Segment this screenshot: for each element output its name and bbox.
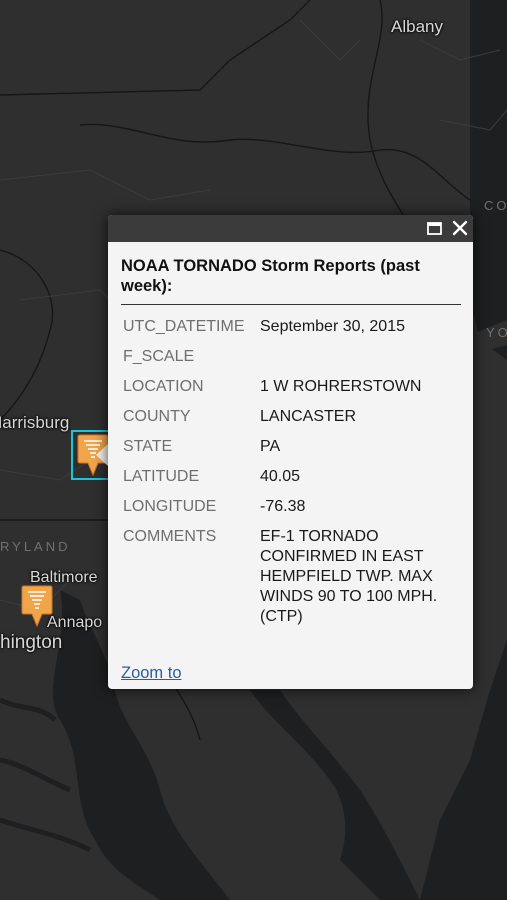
popup-title: NOAA TORNADO Storm Reports (past week): xyxy=(121,256,461,305)
attribute-row: LATITUDE 40.05 xyxy=(121,467,465,497)
attribute-value: 1 W ROHRERSTOWN xyxy=(260,378,422,395)
map-label-harrisburg: Harrisburg xyxy=(0,413,70,432)
attribute-key: COMMENTS xyxy=(123,528,217,545)
attribute-row: COUNTY LANCASTER xyxy=(121,407,465,437)
attribute-value: LANCASTER xyxy=(260,408,357,425)
attribute-key: LONGITUDE xyxy=(123,498,217,515)
tornado-marker-icon[interactable] xyxy=(20,584,54,628)
attribute-key: STATE xyxy=(123,438,173,455)
attribute-key: LATITUDE xyxy=(123,468,200,485)
popup-header xyxy=(108,215,473,242)
map-label-connecticut: CO xyxy=(484,198,507,213)
maximize-icon[interactable] xyxy=(426,219,444,237)
attribute-row: UTC_DATETIME September 30, 2015 xyxy=(121,317,465,347)
attribute-row: F_SCALE xyxy=(121,347,465,377)
attribute-table: UTC_DATETIME September 30, 2015 F_SCALE LOC… xyxy=(121,317,465,637)
close-icon[interactable] xyxy=(451,219,469,237)
map-label-newyork: YO xyxy=(486,325,507,340)
attribute-key: LOCATION xyxy=(123,378,204,395)
attribute-key: COUNTY xyxy=(123,408,191,425)
map-label-albany: Albany xyxy=(391,17,443,36)
attribute-value: 40.05 xyxy=(260,468,301,485)
attribute-value xyxy=(260,347,465,377)
attribute-value: PA xyxy=(260,438,281,455)
delaware-bay xyxy=(250,690,420,900)
attribute-value: -76.38 xyxy=(260,498,306,515)
attribute-row: LOCATION 1 W ROHRERSTOWN xyxy=(121,377,465,407)
attribute-value: September 30, 2015 xyxy=(260,318,405,335)
map-label-maryland: RYLAND xyxy=(0,539,71,554)
map-label-annapolis: Annapo xyxy=(47,614,103,631)
feature-popup: NOAA TORNADO Storm Reports (past week): … xyxy=(108,215,473,689)
attribute-key: F_SCALE xyxy=(123,348,195,365)
map-label-washington: hington xyxy=(0,632,63,653)
zoom-to-link[interactable]: Zoom to xyxy=(121,664,182,683)
attribute-row: STATE PA xyxy=(121,437,465,467)
attribute-row: COMMENTS EF-1 TORNADO CONFIRMED IN EAST H… xyxy=(121,527,465,637)
attribute-key: UTC_DATETIME xyxy=(123,318,245,335)
attribute-row: LONGITUDE -76.38 xyxy=(121,497,465,527)
attribute-value: EF-1 TORNADO CONFIRMED IN EAST HEMPFIELD… xyxy=(260,528,438,625)
